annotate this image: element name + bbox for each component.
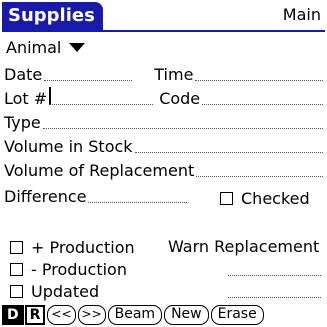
difference-field[interactable] xyxy=(88,185,187,203)
volume-of-replacement-field[interactable] xyxy=(196,159,323,177)
lot-label: Lot # xyxy=(4,89,48,108)
type-field[interactable] xyxy=(42,111,323,129)
d-button[interactable]: D xyxy=(2,305,24,325)
minus-production-label: - Production xyxy=(31,259,127,279)
warn-replacement-field[interactable] xyxy=(228,275,321,276)
checked-label: Checked xyxy=(241,188,310,208)
prev-button[interactable]: << xyxy=(47,305,76,325)
difference-label: Difference xyxy=(4,187,87,206)
animal-popup-label: Animal xyxy=(6,38,62,57)
plus-production-checkbox[interactable]: + Production xyxy=(10,237,135,257)
date-field[interactable] xyxy=(44,63,133,81)
lot-field[interactable] xyxy=(49,87,154,105)
minus-production-checkbox[interactable]: - Production xyxy=(10,259,127,279)
checkbox-box-icon xyxy=(220,191,233,205)
date-label: Date xyxy=(4,65,43,84)
time-field[interactable] xyxy=(195,63,323,81)
checked-checkbox[interactable]: Checked xyxy=(220,188,310,208)
main-menu-label[interactable]: Main xyxy=(283,5,321,24)
erase-button[interactable]: Erase xyxy=(210,305,264,325)
title-underline xyxy=(2,30,325,32)
beam-button[interactable]: Beam xyxy=(107,305,163,325)
r-button[interactable]: R xyxy=(24,305,46,325)
checkbox-box-icon xyxy=(10,240,23,254)
volume-in-stock-label: Volume in Stock xyxy=(4,137,133,156)
plus-production-label: + Production xyxy=(31,237,135,257)
updated-label: Updated xyxy=(31,281,100,301)
button-bar: D R << >> Beam New Erase xyxy=(2,305,264,325)
time-label: Time xyxy=(154,65,194,84)
new-button[interactable]: New xyxy=(164,305,209,325)
code-label: Code xyxy=(159,89,201,108)
warn-replacement-label: Warn Replacement xyxy=(168,237,320,256)
volume-in-stock-field[interactable] xyxy=(134,135,323,153)
updated-checkbox[interactable]: Updated xyxy=(10,281,99,301)
dropdown-triangle-icon xyxy=(69,43,86,52)
volume-of-replacement-label: Volume of Replacement xyxy=(4,161,195,180)
warn-replacement-field-line2 xyxy=(228,297,321,298)
type-label: Type xyxy=(4,113,41,132)
next-button[interactable]: >> xyxy=(77,305,106,325)
app-title[interactable]: Supplies xyxy=(2,2,103,30)
animal-popup-trigger[interactable]: Animal xyxy=(6,38,86,57)
checkbox-box-icon xyxy=(10,262,23,276)
checkbox-box-icon xyxy=(10,284,23,298)
code-field[interactable] xyxy=(202,87,323,105)
